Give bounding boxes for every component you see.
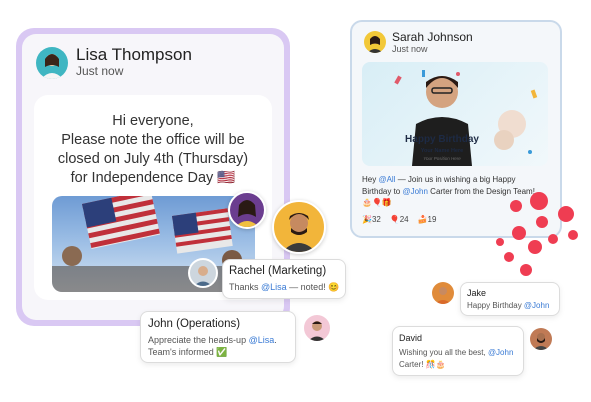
- author-name[interactable]: Sarah Johnson: [392, 30, 473, 44]
- heart-icon: [530, 192, 548, 210]
- comment-bubble[interactable]: Jake Happy Birthday @John: [460, 282, 560, 316]
- comment-bubble[interactable]: John (Operations) Appreciate the heads-u…: [140, 311, 296, 363]
- mention-link[interactable]: @John: [402, 187, 427, 196]
- heart-icon: [568, 230, 578, 240]
- mention-link[interactable]: @All: [378, 175, 395, 184]
- comment-text-part: Wishing you all the best,: [399, 348, 488, 357]
- reaction-party[interactable]: 🎉32: [362, 215, 381, 224]
- comment-text: Happy Birthday @John: [467, 300, 549, 312]
- heart-icon: [558, 206, 574, 222]
- comment-text-part: .: [274, 335, 277, 345]
- reaction-cake[interactable]: 🍰19: [418, 215, 437, 224]
- comment-text-part: Happy Birthday: [467, 301, 524, 310]
- commenter-avatar[interactable]: [302, 313, 332, 343]
- post-time: Just now: [76, 64, 124, 78]
- balloon-icon: 🎈: [389, 215, 400, 224]
- heart-icon: [520, 264, 532, 276]
- message-line: closed on July 4th (Thursday): [57, 151, 249, 167]
- banner-subtitle: Your Name Here: [420, 148, 464, 154]
- comment-text: Wishing you all the best, @John Carter! …: [399, 347, 519, 371]
- reaction-bar: 🎉32 🎈24 🍰19: [362, 215, 436, 224]
- commenter-name[interactable]: Rachel (Marketing): [229, 265, 326, 277]
- heart-icon: [528, 240, 542, 254]
- reaction-count: 32: [371, 215, 381, 224]
- heart-icon: [510, 200, 522, 212]
- mention-link[interactable]: @John: [488, 348, 513, 357]
- author-avatar[interactable]: [364, 31, 386, 53]
- post-time: Just now: [392, 44, 428, 54]
- commenter-name[interactable]: David: [399, 333, 422, 343]
- commenter-avatar[interactable]: [188, 258, 218, 288]
- commenter-name[interactable]: Jake: [467, 288, 486, 298]
- comment-text-part: Thanks: [229, 282, 262, 292]
- cake-icon: 🍰: [417, 215, 428, 224]
- reaction-count: 24: [399, 215, 409, 224]
- hearts-decoration: [490, 180, 590, 290]
- heart-icon: [536, 216, 548, 228]
- banner-title: Happy Birthday: [405, 134, 479, 145]
- message-line: Hi everyone,: [112, 113, 194, 129]
- commenter-avatar[interactable]: [530, 328, 552, 350]
- mention-link[interactable]: @Lisa: [261, 282, 287, 292]
- commenter-avatar[interactable]: [432, 282, 454, 304]
- reaction-balloon[interactable]: 🎈24: [390, 215, 409, 224]
- message-text: Hi everyone, Please note the office will…: [40, 112, 266, 188]
- author-avatar[interactable]: [36, 47, 68, 79]
- message-line: Please note the office will be: [61, 132, 245, 148]
- heart-icon: [548, 234, 558, 244]
- comment-bubble[interactable]: Rachel (Marketing) Thanks @Lisa — noted!…: [222, 259, 346, 299]
- mention-link[interactable]: @John: [524, 301, 549, 310]
- mention-link[interactable]: @Lisa: [249, 335, 275, 345]
- post-text-part: Hey: [362, 175, 379, 184]
- message-line: for Independence Day 🇺🇸: [70, 170, 236, 186]
- heart-icon: [496, 238, 504, 246]
- reactor-avatar[interactable]: [272, 200, 326, 254]
- commenter-name[interactable]: John (Operations): [148, 318, 240, 330]
- comment-text-part: Appreciate the heads-up: [148, 335, 249, 345]
- birthday-banner: Happy Birthday Your Name Here Your Posit…: [362, 62, 548, 166]
- reaction-count: 19: [427, 215, 437, 224]
- reactor-avatar[interactable]: [228, 191, 266, 229]
- author-name[interactable]: Lisa Thompson: [76, 45, 192, 65]
- comment-text-part: Carter! 🎊🎂: [399, 360, 446, 369]
- heart-icon: [504, 252, 514, 262]
- comment-text-part: — noted! 😊: [286, 282, 340, 292]
- comment-text-part: Team's informed ✅: [148, 347, 228, 357]
- heart-icon: [512, 226, 526, 240]
- comment-bubble[interactable]: David Wishing you all the best, @John Ca…: [392, 326, 524, 376]
- banner-signature: Your Position Here: [423, 156, 461, 161]
- party-icon: 🎉: [362, 215, 372, 224]
- comment-text: Appreciate the heads-up @Lisa. Team's in…: [148, 334, 290, 358]
- comment-text: Thanks @Lisa — noted! 😊: [229, 281, 339, 293]
